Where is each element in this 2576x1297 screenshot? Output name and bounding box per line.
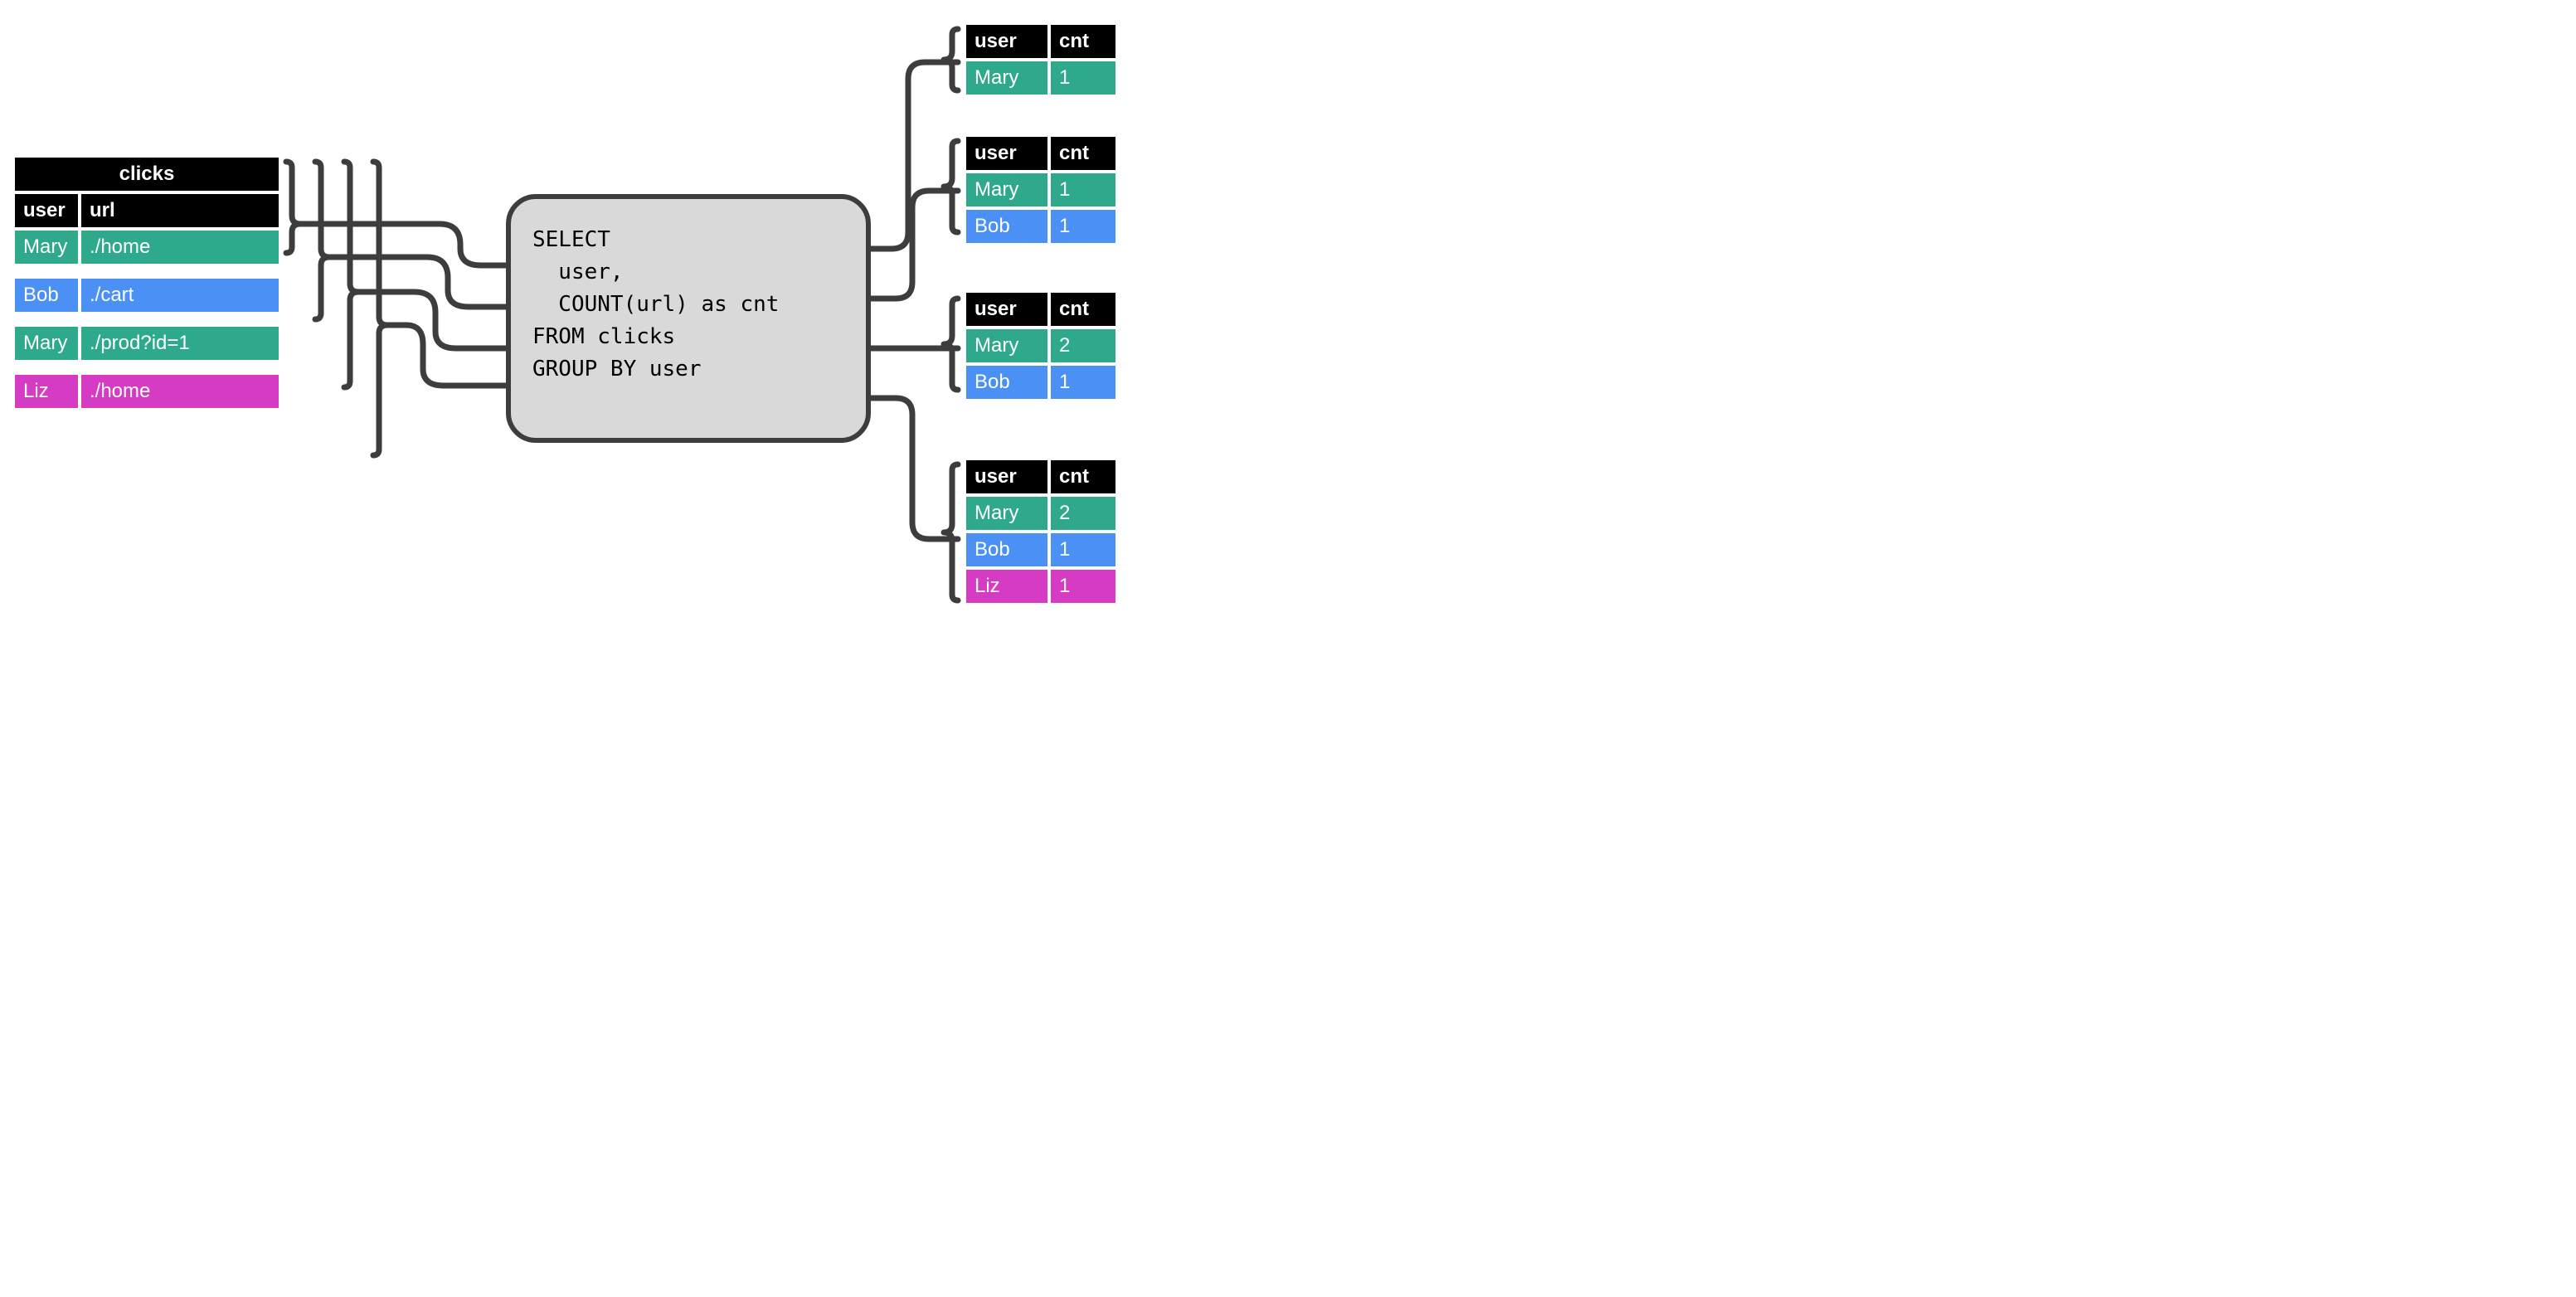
output-header-user: user	[966, 137, 1047, 170]
output-table-2: user cnt Mary 1 Bob 1	[966, 137, 1115, 246]
input-row-url: ./cart	[81, 279, 279, 312]
sql-query-box: SELECT user, COUNT(url) as cnt FROM clic…	[506, 194, 871, 443]
input-row-url: ./prod?id=1	[81, 327, 279, 360]
output-cell-cnt: 2	[1051, 329, 1115, 362]
output-header-cnt: cnt	[1051, 293, 1115, 326]
output-header-cnt: cnt	[1051, 137, 1115, 170]
output-table-1: user cnt Mary 1	[966, 25, 1115, 98]
sql-query-text: SELECT user, COUNT(url) as cnt FROM clic…	[532, 224, 844, 386]
input-table: clicks user url Mary ./home Bob ./cart M…	[15, 158, 279, 411]
output-cell-cnt: 1	[1051, 173, 1115, 206]
output-cell-cnt: 1	[1051, 570, 1115, 603]
output-header-cnt: cnt	[1051, 25, 1115, 58]
output-cell-cnt: 1	[1051, 210, 1115, 243]
output-cell-cnt: 1	[1051, 61, 1115, 95]
input-row-user: Liz	[15, 375, 78, 408]
input-row-user: Bob	[15, 279, 78, 312]
output-table-3: user cnt Mary 2 Bob 1	[966, 293, 1115, 402]
input-table-title: clicks	[15, 158, 279, 191]
input-row-url: ./home	[81, 375, 279, 408]
input-header-user: user	[15, 194, 78, 227]
output-cell-user: Mary	[966, 173, 1047, 206]
output-header-user: user	[966, 460, 1047, 493]
output-cell-user: Mary	[966, 61, 1047, 95]
output-cell-cnt: 1	[1051, 366, 1115, 399]
output-cell-user: Bob	[966, 366, 1047, 399]
output-cell-user: Bob	[966, 210, 1047, 243]
output-header-cnt: cnt	[1051, 460, 1115, 493]
output-cell-user: Bob	[966, 533, 1047, 566]
input-row-user: Mary	[15, 231, 78, 264]
output-cell-user: Mary	[966, 497, 1047, 530]
input-row-user: Mary	[15, 327, 78, 360]
output-cell-user: Liz	[966, 570, 1047, 603]
output-table-4: user cnt Mary 2 Bob 1 Liz 1	[966, 460, 1115, 606]
output-cell-user: Mary	[966, 329, 1047, 362]
output-header-user: user	[966, 293, 1047, 326]
output-header-user: user	[966, 25, 1047, 58]
output-cell-cnt: 1	[1051, 533, 1115, 566]
input-row-url: ./home	[81, 231, 279, 264]
input-header-url: url	[81, 194, 279, 227]
output-cell-cnt: 2	[1051, 497, 1115, 530]
